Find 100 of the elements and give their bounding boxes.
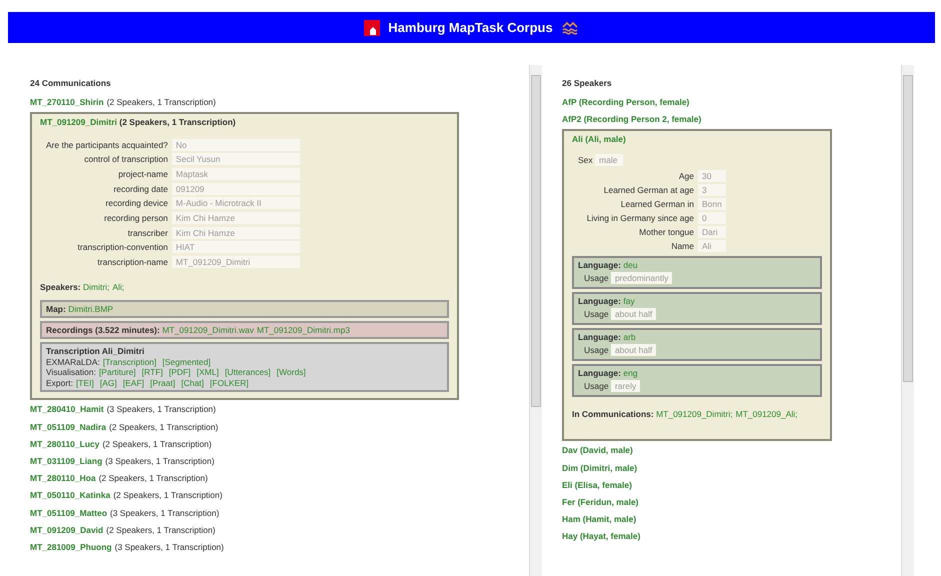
communication-link[interactable]: MT_050110_Katinka	[30, 490, 110, 508]
language-label: Language:	[578, 296, 621, 306]
usage-label: Usage	[584, 381, 609, 392]
language-link[interactable]: deu	[623, 260, 638, 270]
communication-link[interactable]: MT_270110_Shirin	[30, 97, 104, 114]
format-label: Export:	[46, 378, 73, 388]
language-label: Language:	[578, 332, 621, 342]
recording-link[interactable]: MT_091209_Dimitri.mp3	[256, 325, 350, 336]
map-link[interactable]: Dimitri.BMP	[68, 304, 114, 314]
speakers-label: Speakers:	[40, 282, 81, 292]
attribute-value: HIAT	[172, 241, 300, 254]
scrollbar[interactable]	[529, 65, 542, 576]
speaker-link[interactable]: AfP2 (Recording Person 2, female)	[562, 114, 702, 132]
communication-link[interactable]: MT_280110_Hoa	[30, 473, 96, 490]
site-title: Hamburg MapTask Corpus	[388, 20, 553, 35]
format-link[interactable]: [Words]	[276, 367, 306, 378]
communication-link[interactable]: MT_281009_Phuong	[30, 542, 112, 560]
attribute-label: Learned German in	[620, 198, 695, 212]
communication-info: (2 Speakers, 1 Transcription)	[119, 117, 236, 128]
attribute-value: 3	[698, 184, 726, 196]
communication-info: (2 Speakers, 1 Transcription)	[109, 422, 218, 434]
format-link[interactable]: [EAF]	[122, 378, 144, 388]
speaker-link[interactable]: Ham (Hamit, male)	[562, 514, 636, 532]
attribute-label: Mother tongue	[638, 226, 695, 240]
attribute-value: Bonn	[698, 198, 726, 210]
communication-info: (2 Speakers, 1 Transcription)	[98, 473, 208, 486]
attribute-label: Name	[670, 240, 695, 254]
attribute-label: project-name	[117, 168, 169, 181]
attribute-label: transcription-convention	[76, 241, 169, 254]
format-link[interactable]: [Partiture]	[98, 367, 136, 378]
format-link[interactable]: [PDF]	[168, 367, 191, 378]
format-link[interactable]: [Chat]	[181, 378, 204, 388]
format-link[interactable]: [AG]	[100, 378, 117, 388]
speakers-heading: 26 Speakers	[562, 78, 613, 88]
communication-link[interactable]: MT_091209_Dimitri;	[656, 409, 733, 420]
language-link[interactable]: arb	[623, 332, 636, 342]
speaker-link[interactable]: Hay (Hayat, female)	[562, 531, 640, 548]
usage-label: Usage	[584, 309, 609, 320]
speaker-link[interactable]: Eli (Elisa, female)	[562, 480, 632, 497]
communication-info: (3 Speakers, 1 Transcription)	[106, 404, 216, 416]
attribute-label: Living in Germany since age	[586, 212, 695, 226]
communication-link[interactable]: MT_091209_Ali;	[736, 409, 798, 420]
communication-info: (2 Speakers, 1 Transcription)	[113, 490, 222, 502]
map-label: Map:	[46, 304, 66, 314]
recordings-label: Recordings (3.522 minutes):	[46, 325, 160, 336]
speaker-link[interactable]: Dimitri;	[83, 282, 110, 292]
communication-link[interactable]: MT_091209_Dimitri	[40, 117, 118, 128]
attribute-value: 0	[698, 212, 726, 224]
communications-heading: 24 Communications	[30, 78, 112, 88]
format-link[interactable]: [Segmented]	[162, 356, 211, 368]
speaker-link[interactable]: Fer (Feridun, male)	[562, 496, 639, 514]
speaker-link[interactable]: Ali (Ali, male)	[572, 134, 626, 144]
format-link[interactable]: [TEI]	[76, 378, 94, 388]
attribute-label: transcriber	[126, 226, 169, 240]
format-link[interactable]: [Utterances]	[224, 367, 271, 378]
speaker-link[interactable]: AfP (Recording Person, female)	[562, 97, 690, 114]
scrollbar[interactable]	[901, 65, 914, 576]
communication-link[interactable]: MT_051109_Matteo	[30, 508, 108, 525]
communication-info: (3 Speakers, 1 Transcription)	[110, 508, 220, 520]
language-label: Language:	[578, 368, 621, 378]
communication-link[interactable]: MT_051109_Nadira	[30, 422, 106, 439]
attribute-value: MT_091209_Dimitri	[172, 256, 300, 268]
format-link[interactable]: [Transcription]	[102, 356, 156, 368]
attribute-value: 30	[698, 170, 726, 182]
attribute-label: Age	[678, 170, 695, 184]
language-label: Language:	[578, 260, 621, 270]
format-link[interactable]: [XML]	[196, 367, 219, 378]
attribute-value: Dari	[698, 226, 726, 238]
communication-link[interactable]: MT_031109_Liang	[30, 456, 102, 474]
format-label: Visualisation:	[46, 367, 96, 378]
recording-link[interactable]: MT_091209_Dimitri.wav	[162, 325, 254, 336]
communication-info: (2 Speakers, 1 Transcription)	[102, 438, 212, 451]
attribute-value: Maptask	[172, 168, 300, 180]
format-link[interactable]: [FOLKER]	[210, 378, 249, 388]
language-link[interactable]: fay	[623, 296, 635, 306]
usage-label: Usage	[584, 273, 609, 284]
usage-value: predominantly	[610, 272, 672, 284]
speaker-link[interactable]: Ali;	[112, 282, 124, 292]
waves-icon	[560, 20, 579, 34]
communication-info: (3 Speakers, 1 Transcription)	[105, 456, 214, 468]
communication-link[interactable]: MT_280110_Lucy	[30, 438, 100, 456]
usage-value: about half	[610, 344, 656, 356]
attribute-label: control of transcription	[83, 153, 169, 166]
attribute-value: No	[172, 138, 300, 151]
usage-value: about half	[610, 308, 656, 320]
attribute-label: Are the participants acquainted?	[45, 138, 169, 152]
communication-link[interactable]: MT_280410_Hamit	[30, 404, 104, 422]
language-link[interactable]: eng	[623, 368, 638, 378]
speaker-link[interactable]: Dim (Dimitri, male)	[562, 462, 638, 480]
format-link[interactable]: [RTF]	[142, 367, 163, 378]
communication-link[interactable]: MT_091209_David	[30, 524, 104, 542]
communication-info: (2 Speakers, 1 Transcription)	[106, 524, 216, 537]
attribute-label: Sex	[578, 155, 593, 166]
attribute-value: male	[595, 154, 624, 166]
speaker-link[interactable]: Dav (David, male)	[562, 445, 633, 463]
format-label: EXMARaLDA:	[46, 356, 100, 368]
communication-info: (3 Speakers, 1 Transcription)	[114, 542, 224, 554]
format-link[interactable]: [Praat]	[150, 378, 176, 388]
attribute-label: recording date	[112, 182, 169, 196]
attribute-label: Learned German at age	[602, 184, 695, 198]
